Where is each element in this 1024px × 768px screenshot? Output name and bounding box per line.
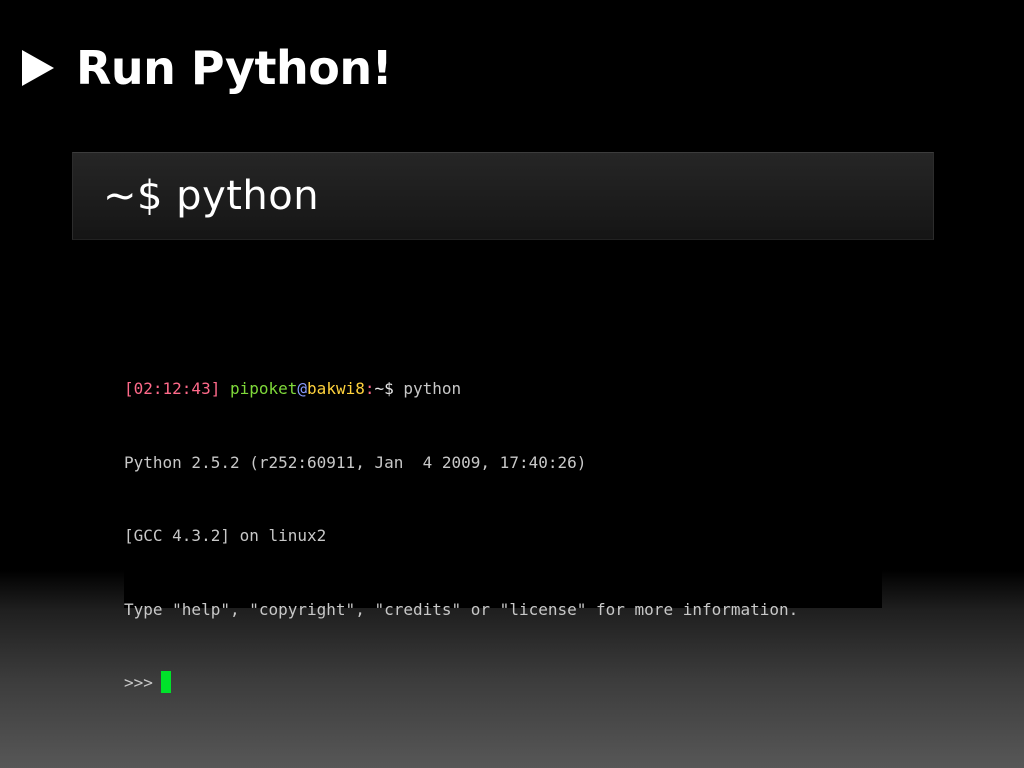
prompt-time: [02:12:43] [124,379,221,398]
slide-title-text: Run Python! [76,41,393,95]
repl-prompt-line[interactable]: >>> [124,671,882,696]
prompt-command: python [393,379,462,398]
terminal-prompt-line: [02:12:43] pipoket@bakwi8:~$ python [124,377,882,402]
command-box: ~$ python [72,152,934,240]
prompt-host: bakwi8 [307,379,365,398]
prompt-user: pipoket [229,379,298,398]
triangle-right-icon [22,50,54,86]
repl-prompt: >>> [124,673,153,692]
terminal-output-line: Python 2.5.2 (r252:60911, Jan 4 2009, 17… [124,452,587,472]
prompt-at: @ [297,379,308,398]
slide-title: Run Python! [22,36,393,100]
command-text: ~$ python [103,173,320,219]
prompt-path: ~$ [374,379,394,398]
terminal-window[interactable]: [02:12:43] pipoket@bakwi8:~$ python Pyth… [124,320,882,693]
terminal-output-line: Type "help", "copyright", "credits" or "… [124,599,799,619]
terminal-output-line: [GCC 4.3.2] on linux2 [124,526,327,545]
terminal-cursor [160,671,171,693]
